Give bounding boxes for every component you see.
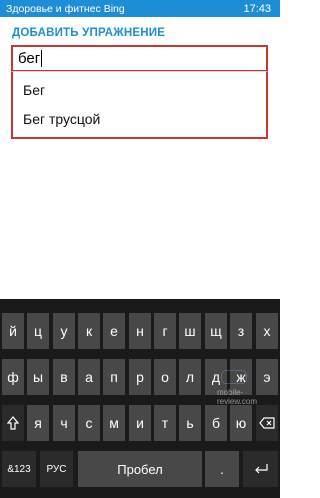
key[interactable]: ы (27, 359, 49, 395)
search-input-value: бег (18, 50, 41, 67)
exercise-search-input[interactable]: бег (11, 45, 268, 72)
backspace-key[interactable] (256, 405, 278, 441)
key[interactable]: г (154, 313, 176, 349)
period-key[interactable]: . (205, 451, 239, 487)
key[interactable]: п (103, 359, 125, 395)
key[interactable]: ц (27, 313, 49, 349)
suggestion-item[interactable]: Бег (23, 82, 45, 98)
status-bar: Здоровье и фитнес Bing 17:43 (0, 0, 280, 17)
shift-arrow-icon (7, 416, 19, 430)
key[interactable]: а (78, 359, 100, 395)
key[interactable]: ч (53, 405, 75, 441)
watermark-logo (221, 370, 247, 384)
key[interactable]: в (53, 359, 75, 395)
key[interactable]: б (205, 405, 227, 441)
key[interactable]: щ (205, 313, 227, 349)
key[interactable]: м (103, 405, 125, 441)
key[interactable]: х (256, 313, 278, 349)
key[interactable]: ь (179, 405, 201, 441)
key[interactable]: з (230, 313, 252, 349)
backspace-icon (259, 417, 275, 429)
key[interactable]: т (154, 405, 176, 441)
key[interactable]: р (129, 359, 151, 395)
key[interactable]: у (53, 313, 75, 349)
key[interactable]: ф (2, 359, 24, 395)
key[interactable]: ш (179, 313, 201, 349)
app-title: Здоровье и фитнес Bing (6, 2, 125, 15)
language-key[interactable]: РУС (40, 451, 73, 487)
key[interactable]: е (103, 313, 125, 349)
enter-icon (254, 464, 268, 474)
symbols-key[interactable]: &123 (2, 451, 36, 487)
shift-key[interactable] (2, 405, 24, 441)
key[interactable]: о (154, 359, 176, 395)
key[interactable]: к (78, 313, 100, 349)
key[interactable]: й (2, 313, 24, 349)
enter-key[interactable] (243, 451, 278, 487)
key[interactable]: ю (230, 405, 252, 441)
watermark-text: mobile-review.com (217, 388, 258, 406)
key[interactable]: я (27, 405, 49, 441)
suggestion-item[interactable]: Бег трусцой (23, 111, 100, 127)
key[interactable]: с (78, 405, 100, 441)
key[interactable]: л (179, 359, 201, 395)
key[interactable]: н (129, 313, 151, 349)
suggestion-list: Бег Бег трусцой (11, 71, 268, 139)
space-key[interactable]: Пробел (78, 451, 202, 487)
key[interactable]: и (129, 405, 151, 441)
status-time: 17:43 (243, 2, 271, 15)
text-caret (41, 50, 43, 67)
page-title: ДОБАВИТЬ УПРАЖНЕНИЕ (12, 27, 166, 39)
